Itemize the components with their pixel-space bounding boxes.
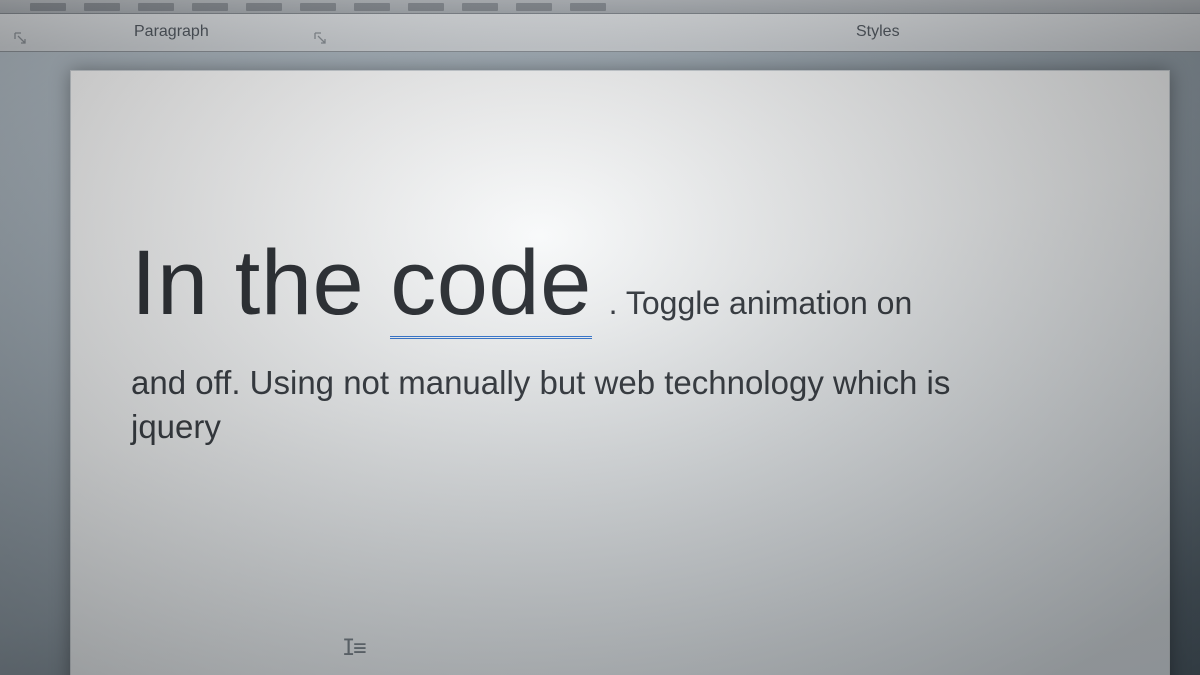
paragraph-dialog-launcher[interactable]	[312, 30, 328, 46]
heading-text-prefix: In the	[131, 232, 390, 334]
document-heading-line: In the code . Toggle animation on	[131, 231, 1109, 336]
document-area: In the code . Toggle animation on and of…	[0, 52, 1200, 675]
text-cursor-indicator-icon: I≡	[342, 636, 365, 661]
ribbon-group-paragraph-label: Paragraph	[134, 23, 209, 41]
body-line-3: jquery	[131, 408, 1109, 446]
ribbon-toolbar-cropped	[0, 0, 1200, 14]
heading-text-underlined: code	[390, 232, 592, 339]
body-line-2: and off. Using not manually but web tech…	[131, 364, 1109, 402]
font-dialog-launcher[interactable]	[12, 30, 28, 46]
dialog-launcher-icon	[314, 32, 326, 44]
ribbon-group-labels-row: Paragraph Styles	[0, 14, 1200, 52]
ribbon-group-styles-label: Styles	[856, 23, 900, 41]
document-page[interactable]: In the code . Toggle animation on and of…	[70, 70, 1170, 675]
dialog-launcher-icon	[14, 32, 26, 44]
heading-text-suffix: . Toggle animation on	[600, 285, 913, 321]
